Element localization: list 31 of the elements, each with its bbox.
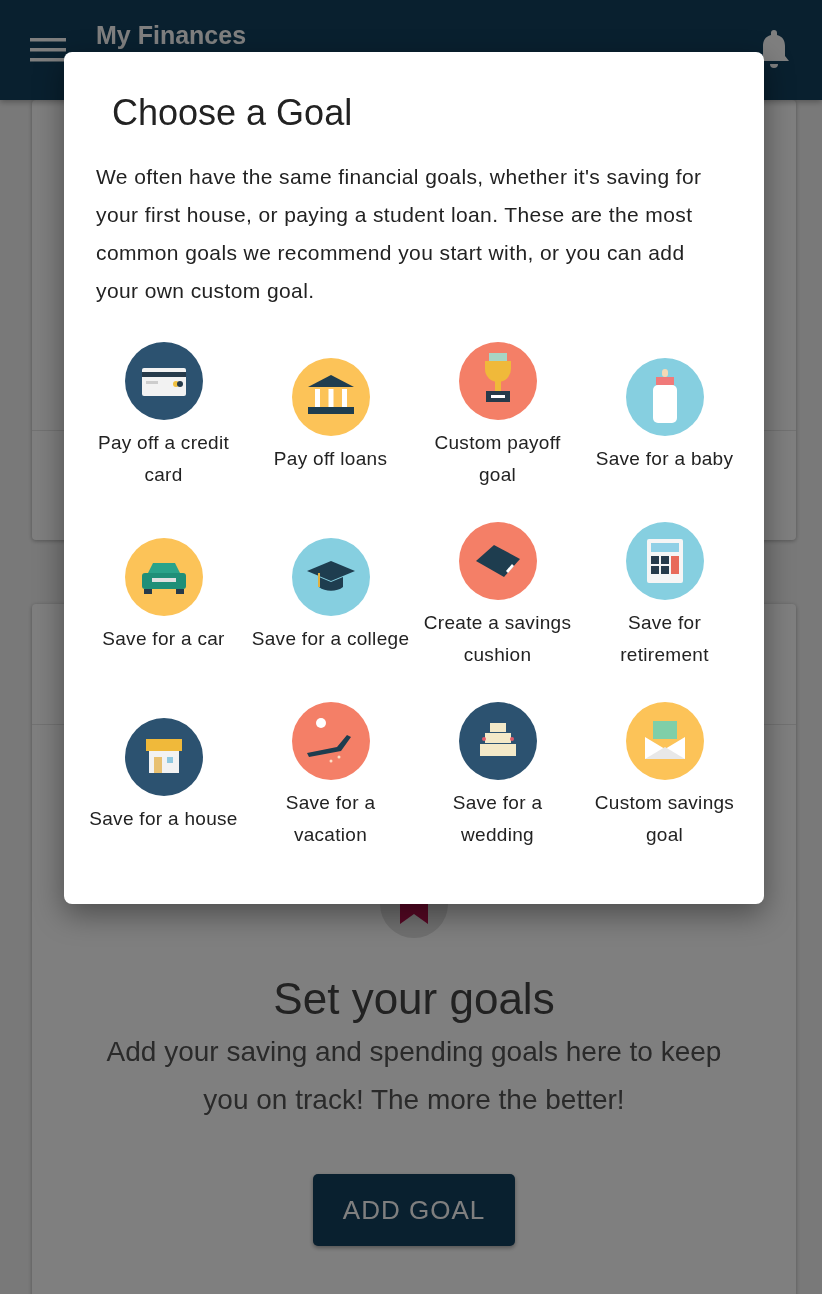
goal-option[interactable]: Save for a house xyxy=(80,686,247,866)
dialog-title: Choose a Goal xyxy=(112,92,354,134)
goal-option[interactable]: Pay off loans xyxy=(247,326,414,506)
goal-label: Pay off loans xyxy=(272,447,389,471)
goal-option[interactable]: Save for a college xyxy=(247,506,414,686)
goal-option[interactable]: Save for a car xyxy=(80,506,247,686)
goal-option[interactable]: Save for retirement xyxy=(581,506,748,686)
add-goal-button[interactable]: ADD GOAL xyxy=(312,1174,516,1246)
goal-label: Save for a wedding xyxy=(451,791,544,847)
goal-label: Custom payoff goal xyxy=(433,431,562,487)
goal-label: Custom savings goal xyxy=(593,791,736,847)
goal-option[interactable]: Save for a wedding xyxy=(414,686,581,866)
dialog-text: We often have the same financial goals, whether it's saving for your first house, or paying a student loan. These are the most common goals we recommend you start with, or you can add your own custom goal. xyxy=(96,164,703,304)
goal-label: Save for a car xyxy=(101,627,226,651)
goal-label: Save for a college xyxy=(250,627,411,651)
goal-option[interactable]: Save for a baby xyxy=(581,326,748,506)
goal-option[interactable]: Custom savings goal xyxy=(581,686,748,866)
goal-option[interactable]: Custom payoff goal xyxy=(414,326,581,506)
goal-label: Save for retirement xyxy=(619,611,710,667)
goal-option[interactable]: Save for a vacation xyxy=(247,686,414,866)
app-title: My Finances xyxy=(96,22,248,48)
goals-description: Add your saving and spending goals here to keep you on track! The more the better! xyxy=(105,1035,723,1117)
goal-label: Save for a vacation xyxy=(284,791,377,847)
goal-label: Create a savings cushion xyxy=(422,611,573,667)
goal-label: Save for a baby xyxy=(594,447,735,471)
menu-icon[interactable] xyxy=(30,38,66,62)
goals-title: Set your goals xyxy=(273,974,555,1024)
goal-option[interactable]: Pay off a credit card xyxy=(80,326,247,506)
goal-label: Pay off a credit card xyxy=(96,431,231,487)
goal-label: Save for a house xyxy=(88,807,239,831)
goal-option[interactable]: Create a savings cushion xyxy=(414,506,581,686)
